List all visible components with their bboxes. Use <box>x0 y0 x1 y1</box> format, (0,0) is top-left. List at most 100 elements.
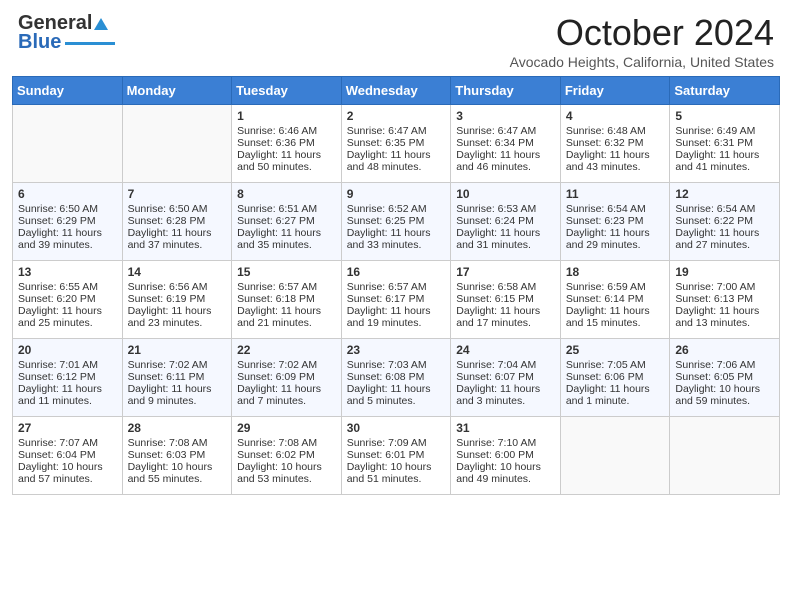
calendar-cell: 25Sunrise: 7:05 AMSunset: 6:06 PMDayligh… <box>560 339 670 417</box>
sunset-text: Sunset: 6:25 PM <box>347 215 446 227</box>
daylight-text: Daylight: 10 hours and 49 minutes. <box>456 461 555 485</box>
sunrise-text: Sunrise: 7:00 AM <box>675 281 774 293</box>
calendar-cell: 29Sunrise: 7:08 AMSunset: 6:02 PMDayligh… <box>232 417 342 495</box>
sunset-text: Sunset: 6:14 PM <box>566 293 665 305</box>
daylight-text: Daylight: 10 hours and 53 minutes. <box>237 461 336 485</box>
sunset-text: Sunset: 6:19 PM <box>128 293 227 305</box>
calendar-cell: 10Sunrise: 6:53 AMSunset: 6:24 PMDayligh… <box>451 183 561 261</box>
sunset-text: Sunset: 6:02 PM <box>237 449 336 461</box>
sunrise-text: Sunrise: 7:02 AM <box>128 359 227 371</box>
logo: General Blue <box>18 12 115 54</box>
sunrise-text: Sunrise: 6:46 AM <box>237 125 336 137</box>
calendar-cell: 19Sunrise: 7:00 AMSunset: 6:13 PMDayligh… <box>670 261 780 339</box>
calendar-week-row: 20Sunrise: 7:01 AMSunset: 6:12 PMDayligh… <box>13 339 780 417</box>
sunset-text: Sunset: 6:27 PM <box>237 215 336 227</box>
day-number: 19 <box>675 265 774 279</box>
daylight-text: Daylight: 11 hours and 13 minutes. <box>675 305 774 329</box>
sunset-text: Sunset: 6:04 PM <box>18 449 117 461</box>
day-number: 31 <box>456 421 555 435</box>
day-number: 22 <box>237 343 336 357</box>
sunrise-text: Sunrise: 6:56 AM <box>128 281 227 293</box>
daylight-text: Daylight: 11 hours and 50 minutes. <box>237 149 336 173</box>
day-number: 24 <box>456 343 555 357</box>
calendar-cell: 12Sunrise: 6:54 AMSunset: 6:22 PMDayligh… <box>670 183 780 261</box>
day-of-week-header: Friday <box>560 77 670 105</box>
daylight-text: Daylight: 10 hours and 51 minutes. <box>347 461 446 485</box>
day-number: 11 <box>566 187 665 201</box>
daylight-text: Daylight: 11 hours and 21 minutes. <box>237 305 336 329</box>
calendar-cell: 2 Sunrise: 6:47 AMSunset: 6:35 PMDaylight… <box>341 105 451 183</box>
sunset-text: Sunset: 6:18 PM <box>237 293 336 305</box>
day-of-week-header: Thursday <box>451 77 561 105</box>
sunrise-text: Sunrise: 6:47 AM <box>456 125 555 137</box>
sunset-text: Sunset: 6:03 PM <box>128 449 227 461</box>
day-number: 4 <box>566 109 665 123</box>
sunset-text: Sunset: 6:12 PM <box>18 371 117 383</box>
daylight-text: Daylight: 11 hours and 7 minutes. <box>237 383 336 407</box>
calendar-cell: 7Sunrise: 6:50 AMSunset: 6:28 PMDaylight… <box>122 183 232 261</box>
sunset-text: Sunset: 6:11 PM <box>128 371 227 383</box>
day-of-week-header: Tuesday <box>232 77 342 105</box>
day-number: 17 <box>456 265 555 279</box>
daylight-text: Daylight: 11 hours and 29 minutes. <box>566 227 665 251</box>
daylight-text: Daylight: 11 hours and 41 minutes. <box>675 149 774 173</box>
sunrise-text: Sunrise: 6:47 AM <box>347 125 446 137</box>
calendar-week-row: 27Sunrise: 7:07 AMSunset: 6:04 PMDayligh… <box>13 417 780 495</box>
daylight-text: Daylight: 11 hours and 48 minutes. <box>347 149 446 173</box>
day-number: 7 <box>128 187 227 201</box>
calendar-cell: 27Sunrise: 7:07 AMSunset: 6:04 PMDayligh… <box>13 417 123 495</box>
sunrise-text: Sunrise: 6:55 AM <box>18 281 117 293</box>
location: Avocado Heights, California, United Stat… <box>510 54 774 70</box>
day-number: 14 <box>128 265 227 279</box>
calendar-week-row: 1Sunrise: 6:46 AMSunset: 6:36 PMDaylight… <box>13 105 780 183</box>
day-number: 29 <box>237 421 336 435</box>
daylight-text: Daylight: 11 hours and 1 minute. <box>566 383 665 407</box>
day-number: 28 <box>128 421 227 435</box>
daylight-text: Daylight: 11 hours and 23 minutes. <box>128 305 227 329</box>
calendar-cell: 11Sunrise: 6:54 AMSunset: 6:23 PMDayligh… <box>560 183 670 261</box>
calendar-cell <box>560 417 670 495</box>
calendar-table: SundayMondayTuesdayWednesdayThursdayFrid… <box>12 76 780 495</box>
sunset-text: Sunset: 6:07 PM <box>456 371 555 383</box>
sunrise-text: Sunrise: 7:04 AM <box>456 359 555 371</box>
day-number: 15 <box>237 265 336 279</box>
sunset-text: Sunset: 6:35 PM <box>347 137 446 149</box>
day-number: 25 <box>566 343 665 357</box>
day-number: 21 <box>128 343 227 357</box>
day-number: 5 <box>675 109 774 123</box>
day-number: 9 <box>347 187 446 201</box>
sunset-text: Sunset: 6:05 PM <box>675 371 774 383</box>
calendar-cell: 1Sunrise: 6:46 AMSunset: 6:36 PMDaylight… <box>232 105 342 183</box>
calendar-cell: 13Sunrise: 6:55 AMSunset: 6:20 PMDayligh… <box>13 261 123 339</box>
sunset-text: Sunset: 6:24 PM <box>456 215 555 227</box>
sunrise-text: Sunrise: 6:50 AM <box>18 203 117 215</box>
sunset-text: Sunset: 6:23 PM <box>566 215 665 227</box>
day-number: 27 <box>18 421 117 435</box>
calendar-cell <box>670 417 780 495</box>
day-number: 8 <box>237 187 336 201</box>
day-of-week-header: Sunday <box>13 77 123 105</box>
sunrise-text: Sunrise: 6:51 AM <box>237 203 336 215</box>
daylight-text: Daylight: 11 hours and 17 minutes. <box>456 305 555 329</box>
calendar-cell: 14 Sunrise: 6:56 AMSunset: 6:19 PMDayligh… <box>122 261 232 339</box>
calendar-cell: 28Sunrise: 7:08 AMSunset: 6:03 PMDayligh… <box>122 417 232 495</box>
day-number: 2 <box>347 109 446 123</box>
calendar-week-row: 6Sunrise: 6:50 AMSunset: 6:29 PMDaylight… <box>13 183 780 261</box>
sunrise-text: Sunrise: 6:57 AM <box>347 281 446 293</box>
day-number: 30 <box>347 421 446 435</box>
sunset-text: Sunset: 6:34 PM <box>456 137 555 149</box>
sunset-text: Sunset: 6:01 PM <box>347 449 446 461</box>
calendar-cell: 31Sunrise: 7:10 AMSunset: 6:00 PMDayligh… <box>451 417 561 495</box>
calendar-header-row: SundayMondayTuesdayWednesdayThursdayFrid… <box>13 77 780 105</box>
day-of-week-header: Monday <box>122 77 232 105</box>
calendar-cell: 23Sunrise: 7:03 AMSunset: 6:08 PMDayligh… <box>341 339 451 417</box>
calendar-cell: 22Sunrise: 7:02 AMSunset: 6:09 PMDayligh… <box>232 339 342 417</box>
day-number: 23 <box>347 343 446 357</box>
sunrise-text: Sunrise: 6:48 AM <box>566 125 665 137</box>
daylight-text: Daylight: 10 hours and 57 minutes. <box>18 461 117 485</box>
day-of-week-header: Saturday <box>670 77 780 105</box>
calendar-cell: 8Sunrise: 6:51 AMSunset: 6:27 PMDaylight… <box>232 183 342 261</box>
daylight-text: Daylight: 11 hours and 46 minutes. <box>456 149 555 173</box>
daylight-text: Daylight: 11 hours and 37 minutes. <box>128 227 227 251</box>
sunrise-text: Sunrise: 6:52 AM <box>347 203 446 215</box>
